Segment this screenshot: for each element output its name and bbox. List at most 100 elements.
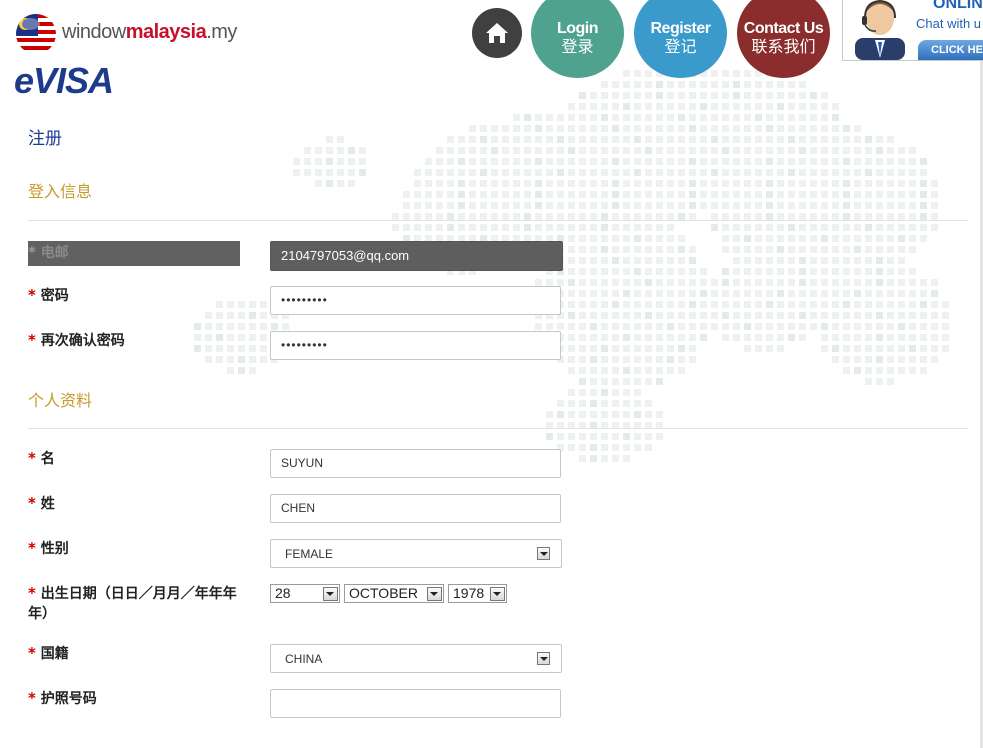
- map-dot: [601, 257, 608, 264]
- map-dot: [711, 81, 718, 88]
- chevron-down-icon[interactable]: [537, 652, 550, 665]
- malaysia-flag-globe-icon: [16, 14, 56, 54]
- map-dot: [689, 246, 696, 253]
- passport-field[interactable]: [270, 689, 561, 718]
- online-chat-widget[interactable]: ONLIN Chat with u CLICK HE: [842, 0, 983, 61]
- chat-click-button[interactable]: CLICK HE: [918, 40, 983, 60]
- map-dot: [634, 367, 641, 374]
- map-dot: [469, 169, 476, 176]
- map-dot: [777, 169, 784, 176]
- email-field[interactable]: 2104797053@qq.com: [270, 241, 563, 271]
- map-dot: [557, 125, 564, 132]
- map-dot: [744, 191, 751, 198]
- map-dot: [645, 378, 652, 385]
- chevron-down-icon[interactable]: [537, 547, 550, 560]
- map-dot: [260, 301, 267, 308]
- map-dot: [909, 345, 916, 352]
- map-dot: [436, 158, 443, 165]
- map-dot: [579, 378, 586, 385]
- map-dot: [876, 345, 883, 352]
- map-dot: [216, 323, 223, 330]
- map-dot: [612, 279, 619, 286]
- map-dot: [623, 400, 630, 407]
- dob-day-select[interactable]: 28: [270, 584, 340, 603]
- map-dot: [744, 81, 751, 88]
- map-dot: [579, 312, 586, 319]
- map-dot: [557, 191, 564, 198]
- map-dot: [722, 169, 729, 176]
- map-dot: [909, 202, 916, 209]
- map-dot: [744, 235, 751, 242]
- map-dot: [876, 136, 883, 143]
- map-dot: [645, 169, 652, 176]
- map-dot: [469, 125, 476, 132]
- gender-select[interactable]: FEMALE: [270, 539, 562, 568]
- map-dot: [667, 125, 674, 132]
- map-dot: [623, 103, 630, 110]
- map-dot: [733, 246, 740, 253]
- map-dot: [909, 169, 916, 176]
- map-dot: [777, 191, 784, 198]
- map-dot: [447, 147, 454, 154]
- map-dot: [722, 158, 729, 165]
- confirm-password-field[interactable]: •••••••••: [270, 331, 561, 360]
- map-dot: [810, 202, 817, 209]
- map-dot: [788, 323, 795, 330]
- map-dot: [326, 136, 333, 143]
- map-dot: [854, 301, 861, 308]
- map-dot: [865, 246, 872, 253]
- map-dot: [623, 169, 630, 176]
- map-dot: [612, 268, 619, 275]
- map-dot: [887, 158, 894, 165]
- map-dot: [623, 202, 630, 209]
- map-dot: [260, 323, 267, 330]
- nationality-select[interactable]: CHINA: [270, 644, 562, 673]
- map-dot: [568, 334, 575, 341]
- map-dot: [447, 202, 454, 209]
- map-dot: [909, 224, 916, 231]
- gender-label: 性别: [40, 541, 69, 557]
- map-dot: [645, 301, 652, 308]
- chevron-down-icon[interactable]: [490, 587, 505, 601]
- evisa-logo[interactable]: eVISA: [14, 60, 114, 102]
- map-dot: [843, 169, 850, 176]
- map-dot: [227, 323, 234, 330]
- map-dot: [766, 224, 773, 231]
- map-dot: [546, 191, 553, 198]
- map-dot: [601, 81, 608, 88]
- map-dot: [854, 345, 861, 352]
- chevron-down-icon[interactable]: [427, 587, 442, 601]
- map-dot: [722, 70, 729, 77]
- dob-year-select[interactable]: 1978: [448, 584, 507, 603]
- map-dot: [689, 213, 696, 220]
- map-dot: [689, 334, 696, 341]
- windowmalaysia-logo[interactable]: windowmalaysia.my: [62, 21, 237, 44]
- map-dot: [579, 400, 586, 407]
- map-dot: [755, 81, 762, 88]
- map-dot: [645, 444, 652, 451]
- first-name-field[interactable]: SUYUN: [270, 449, 561, 478]
- map-dot: [733, 213, 740, 220]
- dob-month-select[interactable]: OCTOBER: [344, 584, 444, 603]
- map-dot: [865, 345, 872, 352]
- home-button[interactable]: [472, 8, 522, 58]
- map-dot: [810, 136, 817, 143]
- map-dot: [546, 411, 553, 418]
- map-dot: [612, 323, 619, 330]
- map-dot: [722, 268, 729, 275]
- map-dot: [579, 323, 586, 330]
- password-field[interactable]: •••••••••: [270, 286, 561, 315]
- map-dot: [656, 92, 663, 99]
- map-dot: [667, 136, 674, 143]
- map-dot: [876, 312, 883, 319]
- chevron-down-icon[interactable]: [323, 587, 338, 601]
- map-dot: [876, 224, 883, 231]
- map-dot: [887, 367, 894, 374]
- last-name-field[interactable]: CHEN: [270, 494, 561, 523]
- gender-value: FEMALE: [285, 547, 334, 561]
- map-dot: [315, 169, 322, 176]
- map-dot: [590, 378, 597, 385]
- map-dot: [656, 169, 663, 176]
- map-dot: [634, 411, 641, 418]
- map-dot: [733, 334, 740, 341]
